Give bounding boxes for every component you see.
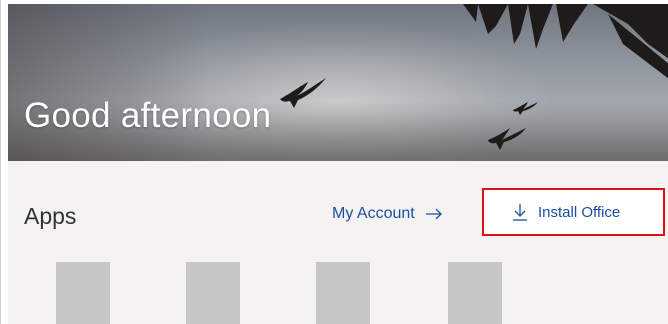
apps-section: Apps My Account Install Office: [8, 161, 668, 324]
install-office-button[interactable]: Install Office: [484, 190, 663, 234]
apps-heading: Apps: [24, 203, 77, 229]
office-home-page: Good afternoon Apps My Account Install O…: [0, 0, 668, 324]
palm-fronds-icon: [463, 4, 668, 79]
app-tile-4[interactable]: [448, 262, 502, 324]
app-tile-2[interactable]: [186, 262, 240, 324]
app-tile-1[interactable]: [56, 262, 110, 324]
install-office-highlight: Install Office: [482, 188, 665, 236]
download-icon: [513, 204, 527, 221]
my-account-label: My Account: [332, 205, 415, 222]
bird-silhouettes-icon: [280, 78, 538, 150]
install-office-label: Install Office: [538, 203, 621, 221]
hero-background-art: [280, 4, 668, 150]
app-tile-3[interactable]: [316, 262, 370, 324]
my-account-link[interactable]: My Account: [332, 205, 443, 223]
hero-banner: Good afternoon: [8, 4, 668, 161]
arrow-right-icon: [425, 208, 442, 220]
greeting-title: Good afternoon: [24, 96, 272, 135]
